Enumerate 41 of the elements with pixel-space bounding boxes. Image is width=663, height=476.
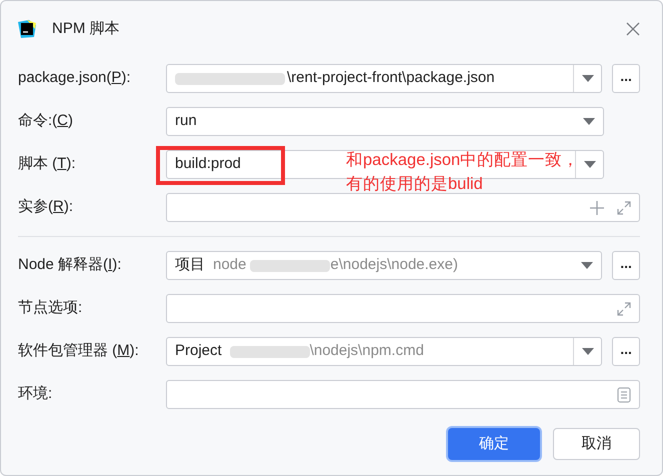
- dropdown-field[interactable]: \rent-project-front\package.json: [166, 64, 602, 93]
- dropdown-arrow-icon[interactable]: [582, 75, 594, 82]
- input-field[interactable]: [166, 294, 640, 323]
- path-text: \nodejs\npm.cmd: [310, 341, 424, 362]
- field-label: 实参(R):: [18, 197, 74, 218]
- field-label: 环境:: [18, 384, 54, 404]
- browse-button[interactable]: ...: [612, 251, 640, 280]
- dropdown-arrow-icon[interactable]: [581, 262, 594, 269]
- app-logo-icon: [17, 19, 37, 39]
- dropdown-arrow-icon[interactable]: [583, 118, 595, 125]
- document-icon[interactable]: [617, 386, 631, 402]
- field-value: Project: [175, 341, 222, 362]
- field-label: 脚本 (T):: [18, 154, 77, 174]
- annotation-text: 和package.json中的配置一致，: [346, 150, 580, 171]
- field-label: 节点选项:: [18, 298, 84, 318]
- browse-button[interactable]: ...: [612, 64, 640, 93]
- field-label: package.json(P):: [18, 68, 132, 88]
- field-value: \rent-project-front\package.json: [287, 68, 495, 88]
- field-value: 项目: [175, 255, 205, 276]
- browse-button[interactable]: ...: [612, 337, 640, 366]
- field-label: Node 解释器(I):: [18, 255, 122, 276]
- expand-icon[interactable]: [617, 302, 631, 316]
- input-field[interactable]: [166, 193, 640, 222]
- ok-button[interactable]: 确定: [448, 428, 540, 460]
- field-label: 软件包管理器 (M):: [18, 341, 140, 362]
- cancel-button[interactable]: 取消: [553, 428, 640, 460]
- path-text: e\nodejs\node.exe): [330, 255, 458, 276]
- dropdown-field[interactable]: Project \nodejs\npm.cmd: [166, 337, 602, 366]
- close-icon[interactable]: [626, 22, 640, 36]
- input-field[interactable]: [166, 380, 640, 409]
- field-value: build:prod: [175, 154, 241, 174]
- add-icon[interactable]: [589, 200, 605, 216]
- dropdown-arrow-icon[interactable]: [584, 161, 596, 168]
- field-value: run: [175, 111, 197, 132]
- dropdown-arrow-icon[interactable]: [582, 348, 594, 355]
- field-label: 命令:(C): [18, 111, 74, 132]
- dropdown-field[interactable]: 项目 node e\nodejs\node.exe): [166, 251, 602, 280]
- dropdown-field[interactable]: run: [166, 107, 604, 136]
- window-title: NPM 脚本: [52, 18, 120, 39]
- expand-icon[interactable]: [617, 200, 631, 214]
- interpreter-name: node: [213, 255, 246, 276]
